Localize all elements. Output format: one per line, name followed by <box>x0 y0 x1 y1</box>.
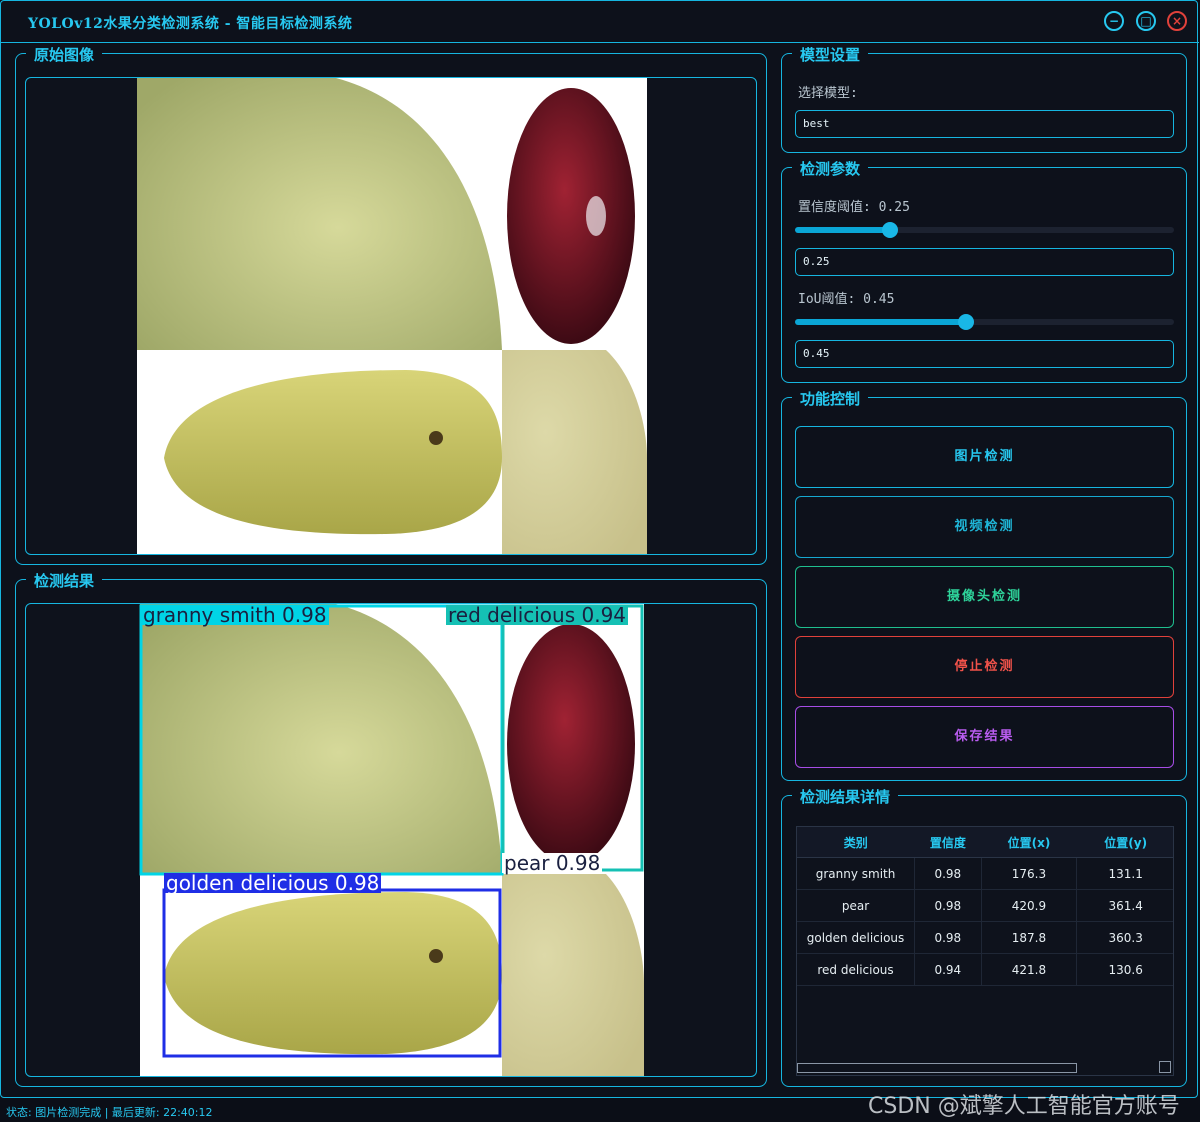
red-delicious-fruit <box>507 88 635 344</box>
stop-detect-button[interactable]: 停止检测 <box>795 636 1174 698</box>
function-controls-title: 功能控制 <box>792 388 869 409</box>
cell-class: granny smith <box>797 857 916 890</box>
cell-class: red delicious <box>797 953 916 986</box>
golden-stem <box>429 949 443 963</box>
cell-y: 361.4 <box>1076 889 1173 922</box>
original-image <box>137 78 647 554</box>
function-controls-group: 功能控制 图片检测 视频检测 摄像头检测 停止检测 保存结果 <box>781 388 1187 781</box>
confidence-slider-fill <box>795 227 890 233</box>
pear-fruit <box>502 350 647 554</box>
results-details-group: 检测结果详情 类别 置信度 位置(x) 位置(y) granny smith 0… <box>781 786 1187 1087</box>
original-image-title: 原始图像 <box>26 44 103 65</box>
apple-highlight <box>586 196 606 236</box>
detection-params-title: 检测参数 <box>792 158 869 179</box>
window-title: YOLOv12水果分类检测系统 - 智能目标检测系统 <box>28 16 353 32</box>
result-image <box>139 604 644 1076</box>
cell-y: 360.3 <box>1076 921 1173 954</box>
detection-result-group: 检测结果 granny smith 0.98 red delicious 0.9… <box>15 570 767 1087</box>
table-header-row: 类别 置信度 位置(x) 位置(y) <box>797 827 1173 858</box>
title-bar[interactable]: YOLOv12水果分类检测系统 - 智能目标检测系统 − □ × <box>1 1 1199 43</box>
granny-smith-label: granny smith 0.98 <box>141 603 329 627</box>
maximize-icon[interactable]: □ <box>1136 11 1156 31</box>
results-table-container: 类别 置信度 位置(x) 位置(y) granny smith 0.98 176… <box>796 826 1174 1076</box>
cell-y: 130.6 <box>1076 953 1173 986</box>
cell-x: 187.8 <box>981 921 1078 954</box>
iou-label: IoU阈值: 0.45 <box>798 292 895 307</box>
golden-stem <box>429 431 443 445</box>
video-detect-button[interactable]: 视频检测 <box>795 496 1174 558</box>
app-window: YOLOv12水果分类检测系统 - 智能目标检测系统 − □ × 原始图像 检测… <box>0 0 1199 1098</box>
iou-slider-handle[interactable] <box>957 314 974 330</box>
table-row[interactable]: red delicious 0.94 421.8 130.6 <box>797 953 1173 986</box>
save-results-button[interactable]: 保存结果 <box>795 706 1174 768</box>
pear-label: pear 0.98 <box>502 851 603 875</box>
results-details-title: 检测结果详情 <box>792 786 899 807</box>
model-settings-group: 模型设置 选择模型: best <box>781 44 1187 153</box>
cell-y: 131.1 <box>1076 857 1173 890</box>
result-image-frame: granny smith 0.98 red delicious 0.94 gol… <box>25 603 757 1077</box>
cell-class: pear <box>797 889 916 922</box>
camera-detect-button[interactable]: 摄像头检测 <box>795 566 1174 628</box>
model-select[interactable]: best <box>795 110 1174 138</box>
cell-x: 420.9 <box>981 889 1078 922</box>
cell-x: 421.8 <box>981 953 1078 986</box>
confidence-input[interactable]: 0.25 <box>795 248 1174 276</box>
red-delicious-fruit <box>507 624 635 864</box>
select-model-label: 选择模型: <box>798 86 858 101</box>
iou-slider-fill <box>795 319 966 325</box>
column-header-y[interactable]: 位置(y) <box>1076 827 1173 858</box>
cell-confidence: 0.98 <box>914 857 982 890</box>
cell-class: golden delicious <box>797 921 916 954</box>
iou-input[interactable]: 0.45 <box>795 340 1174 368</box>
model-settings-title: 模型设置 <box>792 44 869 65</box>
results-table: 类别 置信度 位置(x) 位置(y) granny smith 0.98 176… <box>797 827 1173 986</box>
status-bar: 状态: 图片检测完成 | 最后更新: 22:40:12 <box>6 1106 213 1119</box>
pear-fruit <box>502 874 644 1076</box>
cell-x: 176.3 <box>981 857 1078 890</box>
red-delicious-label: red delicious 0.94 <box>446 603 629 627</box>
confidence-label: 置信度阈值: 0.25 <box>798 200 910 215</box>
image-detect-button[interactable]: 图片检测 <box>795 426 1174 488</box>
confidence-slider[interactable] <box>795 222 1174 238</box>
iou-slider[interactable] <box>795 314 1174 330</box>
column-header-confidence[interactable]: 置信度 <box>914 827 982 858</box>
horizontal-scrollbar[interactable] <box>797 1063 1077 1073</box>
minimize-icon[interactable]: − <box>1104 11 1124 31</box>
table-row[interactable]: golden delicious 0.98 187.8 360.3 <box>797 921 1173 954</box>
confidence-slider-handle[interactable] <box>881 222 898 238</box>
table-row[interactable]: pear 0.98 420.9 361.4 <box>797 889 1173 922</box>
close-icon[interactable]: × <box>1167 11 1187 31</box>
golden-delicious-label: golden delicious 0.98 <box>164 871 382 895</box>
original-image-group: 原始图像 <box>15 44 767 565</box>
cell-confidence: 0.94 <box>914 953 982 986</box>
scroll-corner-handle[interactable] <box>1159 1061 1171 1073</box>
cell-confidence: 0.98 <box>914 921 982 954</box>
detection-result-title: 检测结果 <box>26 570 103 591</box>
cell-confidence: 0.98 <box>914 889 982 922</box>
detection-params-group: 检测参数 置信度阈值: 0.25 0.25 IoU阈值: 0.45 0.45 <box>781 158 1187 383</box>
column-header-x[interactable]: 位置(x) <box>981 827 1077 858</box>
column-header-class[interactable]: 类别 <box>797 827 915 858</box>
table-row[interactable]: granny smith 0.98 176.3 131.1 <box>797 857 1173 890</box>
watermark: CSDN @斌擎人工智能官方账号 <box>868 1094 1180 1119</box>
original-image-frame <box>25 77 757 555</box>
